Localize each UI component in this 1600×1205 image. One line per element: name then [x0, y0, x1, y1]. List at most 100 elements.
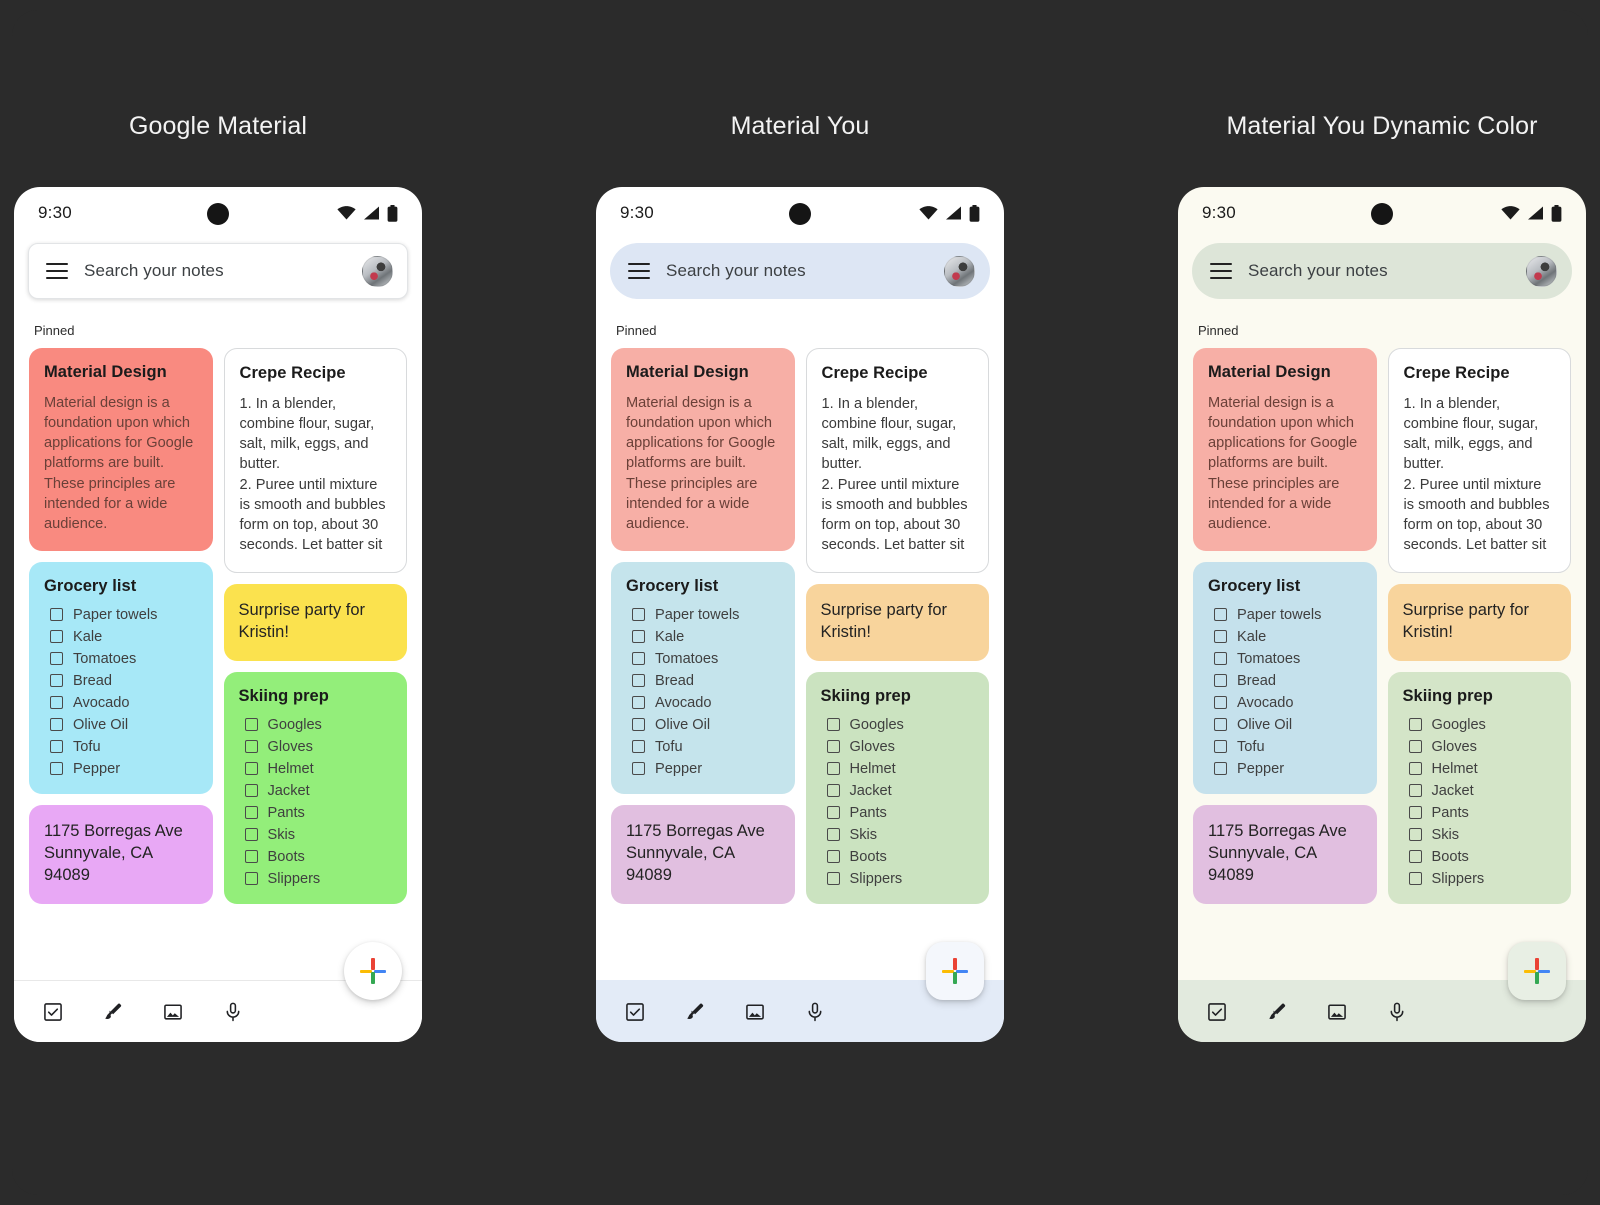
checklist-row[interactable]: Pants [244, 805, 393, 821]
checkbox-icon[interactable] [244, 718, 258, 732]
checklist-row[interactable]: Helmet [826, 761, 975, 777]
checklist-row[interactable]: Jacket [826, 783, 975, 799]
search-bar[interactable]: Search your notes [610, 243, 990, 299]
checkbox-icon[interactable] [826, 806, 840, 820]
note-card-grocery-list[interactable]: Grocery list Paper towels Kale Tomatoes Brea… [29, 561, 213, 794]
checkbox-icon[interactable] [244, 784, 258, 798]
checklist-row[interactable]: Tomatoes [1214, 651, 1362, 667]
note-card-address[interactable]: 1175 Borregas Ave Sunnyvale, CA 94089 [1193, 804, 1377, 904]
checkbox-icon[interactable] [632, 762, 645, 776]
note-card-grocery-list[interactable]: Grocery list Paper towels Kale Tomatoes Brea… [611, 561, 795, 794]
checklist-row[interactable]: Slippers [1408, 871, 1557, 887]
search-bar[interactable]: Search your notes [1192, 243, 1572, 299]
checkbox-list-icon[interactable] [624, 1001, 646, 1023]
checkbox-icon[interactable] [1408, 872, 1422, 886]
note-card-skiing-prep[interactable]: Skiing prep Googles Gloves Helmet Jacket Pant… [223, 671, 407, 904]
checkbox-icon[interactable] [826, 828, 840, 842]
checklist-row[interactable]: Googles [1408, 717, 1557, 733]
account-avatar[interactable] [944, 255, 975, 287]
note-card-surprise-party[interactable]: Surprise party for Kristin! [1387, 584, 1571, 661]
checkbox-list-icon[interactable] [1206, 1001, 1228, 1023]
checklist-row[interactable]: Helmet [1408, 761, 1557, 777]
note-card-address[interactable]: 1175 Borregas Ave Sunnyvale, CA 94089 [29, 804, 213, 904]
checkbox-icon[interactable] [826, 762, 840, 776]
checklist-row[interactable]: Gloves [826, 739, 975, 755]
search-input[interactable]: Search your notes [1248, 261, 1510, 281]
checklist-row[interactable]: Olive Oil [632, 717, 780, 733]
new-note-fab[interactable] [344, 942, 402, 1000]
account-avatar[interactable] [1526, 255, 1557, 287]
image-icon[interactable] [744, 1001, 766, 1023]
checkbox-icon[interactable] [244, 762, 258, 776]
checklist-row[interactable]: Bread [1214, 673, 1362, 689]
hamburger-menu-icon[interactable] [46, 263, 68, 279]
checklist-row[interactable]: Gloves [1408, 739, 1557, 755]
checkbox-icon[interactable] [1408, 784, 1422, 798]
checklist-row[interactable]: Pepper [50, 761, 198, 777]
note-card-skiing-prep[interactable]: Skiing prep Googles Gloves Helmet Jacket Pant… [805, 671, 989, 904]
note-card-skiing-prep[interactable]: Skiing prep Googles Gloves Helmet Jacket Pant… [1387, 671, 1571, 904]
checklist-row[interactable]: Slippers [244, 871, 393, 887]
checklist-row[interactable]: Pants [826, 805, 975, 821]
checklist-row[interactable]: Helmet [244, 761, 393, 777]
checklist-row[interactable]: Avocado [50, 695, 198, 711]
checklist-row[interactable]: Bread [50, 673, 198, 689]
checklist-row[interactable]: Kale [1214, 629, 1362, 645]
checklist-row[interactable]: Tomatoes [632, 651, 780, 667]
search-bar[interactable]: Search your notes [28, 243, 408, 299]
note-card-material-design[interactable]: Material Design Material design is a foun… [611, 348, 795, 551]
checkbox-icon[interactable] [632, 674, 645, 688]
checkbox-icon[interactable] [1408, 740, 1422, 754]
note-card-material-design[interactable]: Material Design Material design is a foun… [1193, 348, 1377, 551]
note-card-surprise-party[interactable]: Surprise party for Kristin! [805, 584, 989, 661]
checklist-row[interactable]: Jacket [1408, 783, 1557, 799]
checklist-row[interactable]: Paper towels [50, 607, 198, 623]
checkbox-icon[interactable] [1214, 608, 1227, 622]
brush-icon[interactable] [102, 1001, 124, 1023]
checkbox-icon[interactable] [50, 652, 63, 666]
checklist-row[interactable]: Googles [826, 717, 975, 733]
checklist-row[interactable]: Paper towels [1214, 607, 1362, 623]
checklist-row[interactable]: Tomatoes [50, 651, 198, 667]
checkbox-icon[interactable] [826, 784, 840, 798]
checklist-row[interactable]: Avocado [632, 695, 780, 711]
new-note-fab[interactable] [1508, 942, 1566, 1000]
checkbox-icon[interactable] [632, 718, 645, 732]
checkbox-list-icon[interactable] [42, 1001, 64, 1023]
checklist-row[interactable]: Tofu [632, 739, 780, 755]
checkbox-icon[interactable] [826, 740, 840, 754]
checkbox-icon[interactable] [244, 740, 258, 754]
checkbox-icon[interactable] [1408, 806, 1422, 820]
checkbox-icon[interactable] [244, 806, 258, 820]
microphone-icon[interactable] [1386, 1001, 1408, 1023]
hamburger-menu-icon[interactable] [1210, 263, 1232, 279]
checkbox-icon[interactable] [1214, 740, 1227, 754]
new-note-fab[interactable] [926, 942, 984, 1000]
image-icon[interactable] [162, 1001, 184, 1023]
checkbox-icon[interactable] [1214, 652, 1227, 666]
checkbox-icon[interactable] [632, 652, 645, 666]
checkbox-icon[interactable] [1214, 696, 1227, 710]
checklist-row[interactable]: Pants [1408, 805, 1557, 821]
checklist-row[interactable]: Bread [632, 673, 780, 689]
checkbox-icon[interactable] [244, 872, 258, 886]
checklist-row[interactable]: Kale [632, 629, 780, 645]
checkbox-icon[interactable] [50, 630, 63, 644]
note-card-surprise-party[interactable]: Surprise party for Kristin! [223, 584, 407, 661]
checklist-row[interactable]: Tofu [50, 739, 198, 755]
note-card-crepe-recipe[interactable]: Crepe Recipe 1. In a blender, combine flo… [805, 348, 989, 573]
microphone-icon[interactable] [222, 1001, 244, 1023]
checkbox-icon[interactable] [826, 872, 840, 886]
checklist-row[interactable]: Gloves [244, 739, 393, 755]
checkbox-icon[interactable] [50, 718, 63, 732]
checklist-row[interactable]: Skis [244, 827, 393, 843]
checklist-row[interactable]: Pepper [1214, 761, 1362, 777]
checkbox-icon[interactable] [244, 850, 258, 864]
checkbox-icon[interactable] [632, 696, 645, 710]
checklist-row[interactable]: Skis [1408, 827, 1557, 843]
checkbox-icon[interactable] [50, 674, 63, 688]
search-input[interactable]: Search your notes [84, 261, 346, 281]
brush-icon[interactable] [1266, 1001, 1288, 1023]
checkbox-icon[interactable] [1214, 630, 1227, 644]
microphone-icon[interactable] [804, 1001, 826, 1023]
